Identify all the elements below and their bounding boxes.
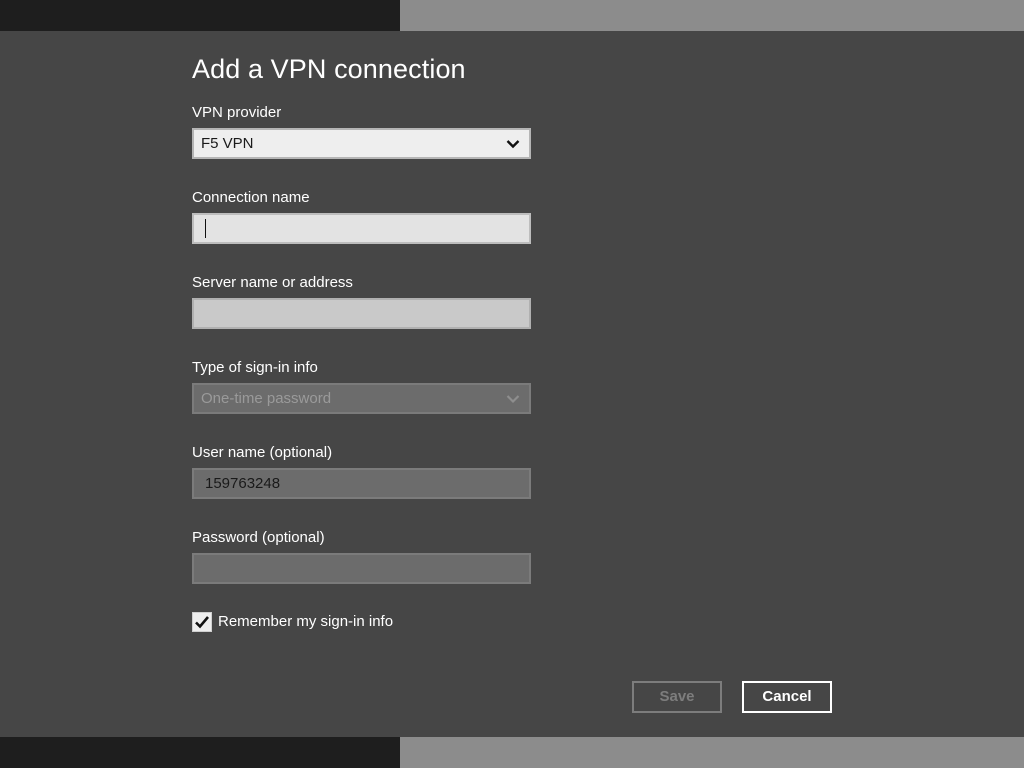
chevron-down-icon	[506, 140, 520, 149]
save-button[interactable]: Save	[632, 681, 722, 713]
password-input[interactable]	[192, 553, 531, 584]
bottom-band	[0, 737, 1024, 768]
remember-signin-label: Remember my sign-in info	[218, 613, 394, 630]
cancel-button[interactable]: Cancel	[742, 681, 832, 713]
remember-signin-checkbox[interactable]	[192, 612, 212, 632]
signin-type-value: One-time password	[201, 390, 332, 407]
password-label: Password (optional)	[192, 529, 325, 546]
vpn-dialog: Add a VPN connection VPN provider F5 VPN…	[0, 31, 1024, 737]
dialog-title: Add a VPN connection	[192, 54, 466, 84]
signin-type-select[interactable]: One-time password	[192, 383, 531, 414]
connection-name-input[interactable]	[192, 213, 531, 244]
user-name-value: 159763248	[205, 475, 281, 492]
vpn-provider-select[interactable]: F5 VPN	[192, 128, 531, 159]
top-band	[0, 0, 1024, 31]
server-name-input[interactable]	[192, 298, 531, 329]
bottom-band-right	[400, 737, 1024, 768]
user-name-label: User name (optional)	[192, 444, 333, 461]
top-band-right	[400, 0, 1024, 31]
connection-name-label: Connection name	[192, 189, 310, 206]
chevron-down-icon	[506, 395, 520, 404]
bottom-band-left	[0, 737, 400, 768]
top-band-left	[0, 0, 400, 31]
signin-type-label: Type of sign-in info	[192, 359, 318, 376]
server-name-label: Server name or address	[192, 274, 353, 291]
vpn-provider-value: F5 VPN	[201, 135, 254, 152]
checkmark-icon	[195, 616, 209, 629]
text-caret	[205, 219, 206, 238]
vpn-provider-label: VPN provider	[192, 104, 282, 121]
user-name-input[interactable]: 159763248	[192, 468, 531, 499]
